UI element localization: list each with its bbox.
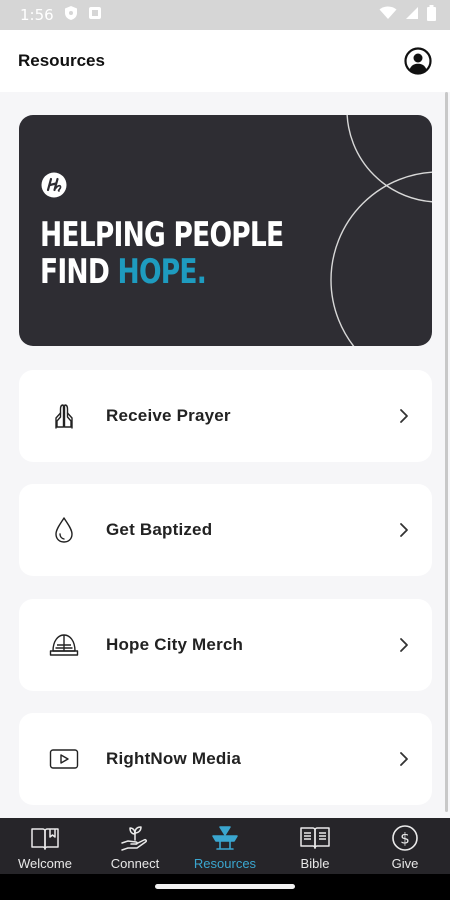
podium-icon (209, 823, 241, 853)
list-item-hope-city-merch[interactable]: Hope City Merch (19, 599, 432, 691)
notification-icon (88, 6, 102, 25)
chevron-right-icon (396, 637, 412, 653)
hero-headline-accent: HOPE. (117, 252, 207, 292)
hero-headline-prefix: FIND (40, 252, 118, 292)
list-item-rightnow-media[interactable]: RightNow Media (19, 713, 432, 805)
list-item-receive-prayer[interactable]: Receive Prayer (19, 370, 432, 462)
wifi-icon (379, 6, 397, 25)
list-item-get-baptized[interactable]: Get Baptized (19, 484, 432, 576)
signal-icon (405, 6, 419, 25)
nav-item-bible[interactable]: Bible (270, 818, 360, 874)
app-screen: 1:56 Resources HELPING PEOPLE FIND HOPE.… (0, 0, 450, 900)
chevron-right-icon (396, 751, 412, 767)
nav-item-give[interactable]: $ Give (360, 818, 450, 874)
battery-icon (427, 4, 436, 26)
praying-hands-icon (49, 401, 79, 431)
nav-label: Welcome (18, 856, 72, 871)
chevron-right-icon (396, 408, 412, 424)
scrollbar[interactable] (445, 92, 448, 812)
hero-headline-line2: FIND HOPE. (40, 252, 207, 292)
list-item-label: Receive Prayer (106, 406, 231, 425)
nav-item-resources[interactable]: Resources (180, 818, 270, 874)
nav-item-connect[interactable]: Connect (90, 818, 180, 874)
nav-label: Connect (110, 856, 160, 871)
status-time: 1:56 (20, 6, 54, 24)
water-drop-icon (49, 515, 79, 545)
book-icon (29, 823, 61, 853)
list-item-label: RightNow Media (106, 749, 242, 768)
list-item-label: Hope City Merch (106, 635, 244, 654)
app-header: Resources (0, 30, 450, 92)
resources-list[interactable]: HELPING PEOPLE FIND HOPE. Receive Prayer (0, 92, 450, 818)
page-title: Resources (18, 51, 105, 70)
play-video-icon (49, 744, 79, 774)
church-logo (41, 172, 67, 198)
nav-item-welcome[interactable]: Welcome (0, 818, 90, 874)
svg-text:$: $ (400, 830, 410, 848)
bottom-nav: Welcome Connect Resources Bible $ Give (0, 818, 450, 874)
hand-plant-icon (119, 823, 151, 853)
chevron-right-icon (396, 522, 412, 538)
nav-label: Bible (300, 856, 330, 871)
open-bible-icon (299, 823, 331, 853)
dollar-icon: $ (389, 823, 421, 853)
home-gesture-handle[interactable] (155, 884, 295, 889)
shield-icon (64, 5, 78, 26)
nav-label: Give (391, 856, 419, 871)
nav-label: Resources (193, 856, 257, 871)
hero-banner[interactable]: HELPING PEOPLE FIND HOPE. (19, 115, 432, 346)
cap-icon (49, 630, 79, 660)
status-bar: 1:56 (0, 0, 450, 30)
profile-icon[interactable] (404, 47, 432, 75)
system-gesture-bar (0, 874, 450, 900)
hero-headline-line1: HELPING PEOPLE (40, 215, 284, 255)
list-item-label: Get Baptized (106, 520, 213, 539)
